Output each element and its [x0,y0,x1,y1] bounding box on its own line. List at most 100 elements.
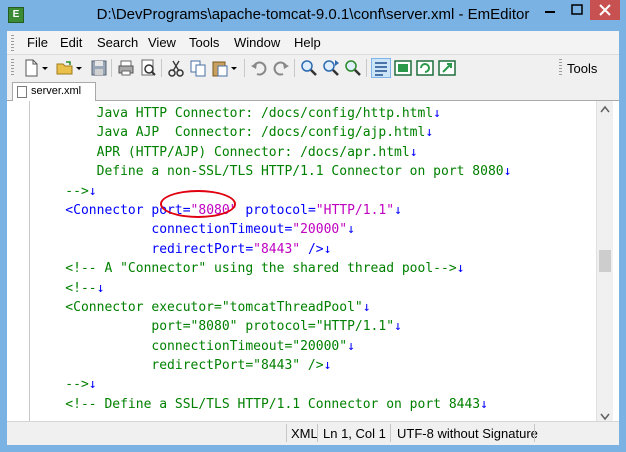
newline-mark: ↓ [362,299,371,315]
code-token: Define a non-SSL/TLS HTTP/1.1 Connector … [34,164,504,180]
code-line[interactable]: Java AJP Connector: /docs/config/ajp.htm… [34,123,511,142]
menu-window[interactable]: Window [234,35,280,50]
toolbar-separator [111,59,112,77]
code-line[interactable]: <!-- Define a SSL/TLS HTTP/1.1 Connector… [34,395,511,414]
newline-mark: ↓ [456,261,465,277]
open-dropdown-icon[interactable] [74,58,84,78]
newline-mark: ↓ [394,202,402,218]
refresh-icon[interactable] [415,58,435,78]
macro-icon[interactable] [437,58,457,78]
view-icon[interactable] [393,58,413,78]
toolbar-grip[interactable] [11,59,14,75]
vertical-scrollbar[interactable] [596,101,613,425]
code-token: /> [300,241,324,257]
toolbar-separator [161,59,162,77]
scroll-up-arrow-icon[interactable] [600,105,610,113]
newline-mark: ↓ [347,338,355,354]
code-line[interactable]: connectionTimeout="20000"↓ [34,220,511,239]
code-token: --> [34,183,89,199]
newline-mark: ↓ [394,319,402,335]
code-line[interactable]: connectionTimeout="20000"↓ [34,337,511,356]
status-encoding[interactable]: UTF-8 without Signature [397,426,538,441]
code-token: <!-- Define a SSL/TLS HTTP/1.1 Connector… [34,396,481,412]
code-token: Java AJP Connector: /docs/config/ajp.htm… [34,125,426,141]
document-tab-bar: server.xml [7,81,619,101]
newline-mark: ↓ [425,125,434,141]
text-editor[interactable]: Java HTTP Connector: /docs/config/http.h… [7,101,619,425]
code-line[interactable]: -->↓ [34,375,511,394]
paste-dropdown-icon[interactable] [229,58,239,78]
code-line[interactable]: <!-- A "Connector" using the shared thre… [34,259,511,278]
menu-edit[interactable]: Edit [60,35,82,50]
new-file-icon[interactable] [21,58,41,78]
status-position[interactable]: Ln 1, Col 1 [323,426,386,441]
newline-mark: ↓ [503,164,512,180]
redo-icon[interactable] [271,58,291,78]
scroll-down-arrow-icon[interactable] [600,413,610,421]
newline-mark: ↓ [480,396,488,412]
print-icon[interactable] [116,58,136,78]
replace-icon[interactable] [343,58,363,78]
word-wrap-icon[interactable] [371,58,391,78]
menu-file[interactable]: File [27,35,48,50]
code-line[interactable]: port="8080" protocol="HTTP/1.1"↓ [34,317,511,336]
copy-icon[interactable] [188,58,208,78]
tools-toolbar-label[interactable]: Tools [567,61,597,76]
status-mode[interactable]: XML [291,426,318,441]
main-toolbar: Tools [7,55,619,81]
code-token: redirectPort= [34,241,254,257]
status-divider [286,424,287,442]
vertical-scroll-thumb[interactable] [599,250,611,272]
open-folder-icon[interactable] [55,58,75,78]
toolbar-separator [244,59,245,77]
code-line[interactable]: Java HTTP Connector: /docs/config/http.h… [34,104,511,123]
code-line[interactable]: APR (HTTP/AJP) Connector: /docs/apr.html… [34,143,511,162]
code-line[interactable]: -->↓ [34,182,511,201]
menu-search[interactable]: Search [97,35,138,50]
code-line[interactable]: <Connector executor="tomcatThreadPool"↓ [34,298,511,317]
tools-toolbar-grip[interactable] [559,59,562,75]
minimize-button[interactable] [536,0,564,20]
maximize-button[interactable] [563,0,591,20]
menu-tools[interactable]: Tools [189,35,219,50]
client-area: File Edit Search View Tools Window Help [7,31,619,445]
code-token: port="8080" protocol="HTTP/1.1" [34,319,395,335]
newline-mark: ↓ [433,106,441,121]
newline-mark: ↓ [323,358,332,374]
menu-bar: File Edit Search View Tools Window Help [7,31,619,55]
menubar-grip[interactable] [11,35,14,51]
code-line[interactable]: redirectPort="8443" />↓ [34,356,511,375]
cut-icon[interactable] [166,58,186,78]
code-token: protocol= [237,202,316,218]
port-highlight-circle [160,190,236,218]
code-token: <Connector executor="tomcatThreadPool" [34,299,363,315]
save-icon[interactable] [89,58,109,78]
find-next-icon[interactable] [321,58,341,78]
toolbar-separator [294,59,295,77]
newline-mark: ↓ [323,241,332,257]
code-token: APR (HTTP/AJP) Connector: /docs/apr.html [34,144,410,160]
title-bar[interactable]: E D:\DevPrograms\apache-tomcat-9.0.1\con… [0,0,626,31]
code-line[interactable]: <Connector port="8080" protocol="HTTP/1.… [34,201,511,220]
newline-mark: ↓ [88,377,97,393]
newline-mark: ↓ [347,222,355,238]
find-icon[interactable] [299,58,319,78]
close-button[interactable] [590,0,620,20]
code-line[interactable]: Define a non-SSL/TLS HTTP/1.1 Connector … [34,162,512,181]
status-divider [317,424,318,442]
tab-server-xml[interactable]: server.xml [12,82,96,101]
menu-view[interactable]: View [148,35,176,50]
new-dropdown-icon[interactable] [40,58,50,78]
code-line[interactable]: <!--↓ [34,279,511,298]
code-line[interactable]: redirectPort="8443" />↓ [34,240,511,259]
code-token: connectionTimeout="20000" [34,338,348,354]
menu-help[interactable]: Help [294,35,321,50]
toolbar-separator [366,59,367,77]
code-area[interactable]: Java HTTP Connector: /docs/config/http.h… [34,104,511,414]
status-divider [534,424,535,442]
code-token: "8443" [253,241,301,257]
undo-icon[interactable] [249,58,269,78]
code-token: --> [34,377,89,393]
print-preview-icon[interactable] [138,58,158,78]
paste-icon[interactable] [210,58,230,78]
